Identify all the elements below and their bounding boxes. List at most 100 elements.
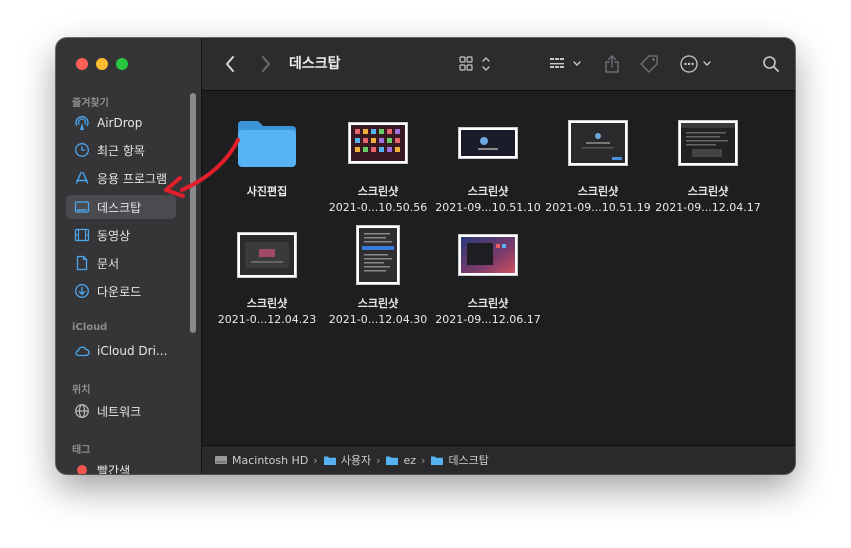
file-name: 스크린샷 (467, 185, 509, 198)
screenshot-thumbnail (212, 223, 322, 287)
back-button[interactable] (218, 52, 242, 76)
file-date: 2021-09...10.51.19 (545, 201, 651, 214)
file-name: 스크린샷 (577, 185, 619, 198)
sidebar-item-label: 최근 항목 (97, 143, 145, 158)
file-grid: 사진편집 스크린샷 2021-0...10.50.56 스크린샷 2021-09… (202, 91, 795, 446)
document-icon (74, 255, 90, 271)
chevron-left-icon (226, 56, 234, 72)
tag-icon (640, 55, 658, 73)
minimize-window-button[interactable] (96, 58, 108, 70)
folder-icon (323, 456, 336, 465)
share-button[interactable] (600, 52, 624, 76)
tag-button[interactable] (636, 52, 662, 76)
path-item-users[interactable]: 사용자 (323, 452, 371, 468)
path-item-label: Macintosh HD (232, 453, 309, 467)
sidebar-item-label: 네트워크 (97, 404, 142, 419)
sidebar-item-label: 빨간색 (97, 463, 131, 475)
screenshot-thumbnail (323, 111, 433, 175)
file-name: 스크린샷 (467, 297, 509, 310)
desktop-icon (74, 199, 90, 215)
path-item-desktop[interactable]: 데스크탑 (430, 452, 489, 468)
sidebar-section-icloud: iCloud (72, 322, 108, 333)
file-item-screenshot[interactable]: 스크린샷 2021-0...12.04.23 (212, 223, 322, 326)
folder-icon (212, 111, 322, 175)
sidebar-item-label: 데스크탑 (97, 200, 142, 215)
sidebar-item-label: AirDrop (97, 116, 143, 130)
clock-icon (74, 142, 90, 158)
sidebar-item-label: 응용 프로그램 (97, 171, 168, 186)
sidebar-item-label: 문서 (97, 256, 120, 271)
sidebar-item-network[interactable]: 네트워크 (66, 399, 176, 423)
sidebar-item-icloud-drive[interactable]: iCloud Dri... (66, 339, 176, 363)
file-item-screenshot[interactable]: 스크린샷 2021-09...10.51.10 (433, 111, 543, 214)
file-date: 2021-0...12.04.30 (328, 313, 428, 326)
file-name: 스크린샷 (687, 185, 729, 198)
path-item-label: ez (403, 453, 417, 467)
screenshot-thumbnail (433, 111, 543, 175)
icon-grid-view-icon (459, 56, 490, 71)
screenshot-thumbnail (543, 111, 653, 175)
path-item-macintosh-hd[interactable]: Macintosh HD (214, 454, 308, 467)
sidebar-section-tags: 태그 (72, 445, 91, 456)
finder-window: 즐겨찾기 AirDrop 최근 항목 응용 프로그램 데스크탑 동영상 문서 다… (56, 38, 795, 474)
group-by-icon (550, 58, 581, 68)
group-by-button[interactable] (547, 52, 587, 76)
screenshot-thumbnail (653, 111, 763, 175)
sidebar-item-desktop[interactable]: 데스크탑 (66, 195, 176, 219)
hard-drive-icon (215, 456, 227, 464)
folder-icon (431, 456, 444, 465)
path-separator: › (421, 453, 426, 467)
file-item-screenshot[interactable]: 스크린샷 2021-09...12.04.17 (653, 111, 763, 214)
file-name: 스크린샷 (357, 185, 399, 198)
view-mode-button[interactable] (458, 52, 494, 76)
forward-button[interactable] (254, 52, 278, 76)
path-bar: Macintosh HD › 사용자 › ez › 데스크탑 (202, 445, 795, 474)
file-date: 2021-0...10.50.56 (328, 201, 428, 214)
file-item-screenshot[interactable]: 스크린샷 2021-09...12.06.17 (433, 223, 543, 326)
sidebar-item-airdrop[interactable]: AirDrop (66, 111, 176, 135)
file-date: 2021-09...12.04.17 (655, 201, 761, 214)
search-button[interactable] (759, 52, 783, 76)
file-item-screenshot[interactable]: 스크린샷 2021-09...10.51.19 (543, 111, 653, 214)
path-separator: › (376, 453, 381, 467)
red-tag-icon (74, 462, 90, 474)
screenshot-thumbnail (433, 223, 543, 287)
sidebar-item-documents[interactable]: 문서 (66, 251, 176, 275)
file-name: 사진편집 (246, 185, 288, 198)
more-actions-button[interactable] (678, 52, 718, 76)
sidebar-item-label: iCloud Dri... (97, 344, 168, 358)
download-icon (74, 283, 90, 299)
sidebar-item-recents[interactable]: 최근 항목 (66, 138, 176, 162)
sidebar-item-downloads[interactable]: 다운로드 (66, 279, 176, 303)
sidebar-section-locations: 위치 (72, 385, 91, 396)
path-item-ez[interactable]: ez (385, 454, 416, 467)
film-icon (74, 227, 90, 243)
applications-icon (74, 170, 90, 186)
sidebar-item-tag-red[interactable]: 빨간색 (66, 458, 176, 474)
airdrop-icon (74, 115, 90, 131)
close-window-button[interactable] (76, 58, 88, 70)
file-item-screenshot[interactable]: 스크린샷 2021-0...10.50.56 (323, 111, 433, 214)
toolbar: 데스크탑 (202, 38, 795, 91)
sidebar-item-label: 다운로드 (97, 284, 142, 299)
sidebar: 즐겨찾기 AirDrop 최근 항목 응용 프로그램 데스크탑 동영상 문서 다… (56, 38, 202, 474)
file-date: 2021-0...12.04.23 (217, 313, 317, 326)
screenshot-thumbnail (323, 223, 433, 287)
sidebar-item-label: 동영상 (97, 228, 131, 243)
sidebar-item-applications[interactable]: 응용 프로그램 (66, 166, 176, 190)
path-separator: › (313, 453, 318, 467)
file-item-screenshot[interactable]: 스크린샷 2021-0...12.04.30 (323, 223, 433, 326)
share-icon (605, 55, 619, 73)
file-item-folder[interactable]: 사진편집 (212, 111, 322, 199)
sidebar-section-favorites: 즐겨찾기 (72, 98, 109, 109)
file-name: 스크린샷 (357, 297, 399, 310)
file-date: 2021-09...12.06.17 (435, 313, 541, 326)
sidebar-scrollbar[interactable] (190, 93, 196, 333)
chevron-right-icon (262, 56, 270, 72)
zoom-window-button[interactable] (116, 58, 128, 70)
cloud-icon (74, 343, 90, 359)
network-icon (74, 403, 90, 419)
search-icon (763, 56, 779, 72)
more-actions-icon (680, 55, 711, 73)
sidebar-item-movies[interactable]: 동영상 (66, 223, 176, 247)
